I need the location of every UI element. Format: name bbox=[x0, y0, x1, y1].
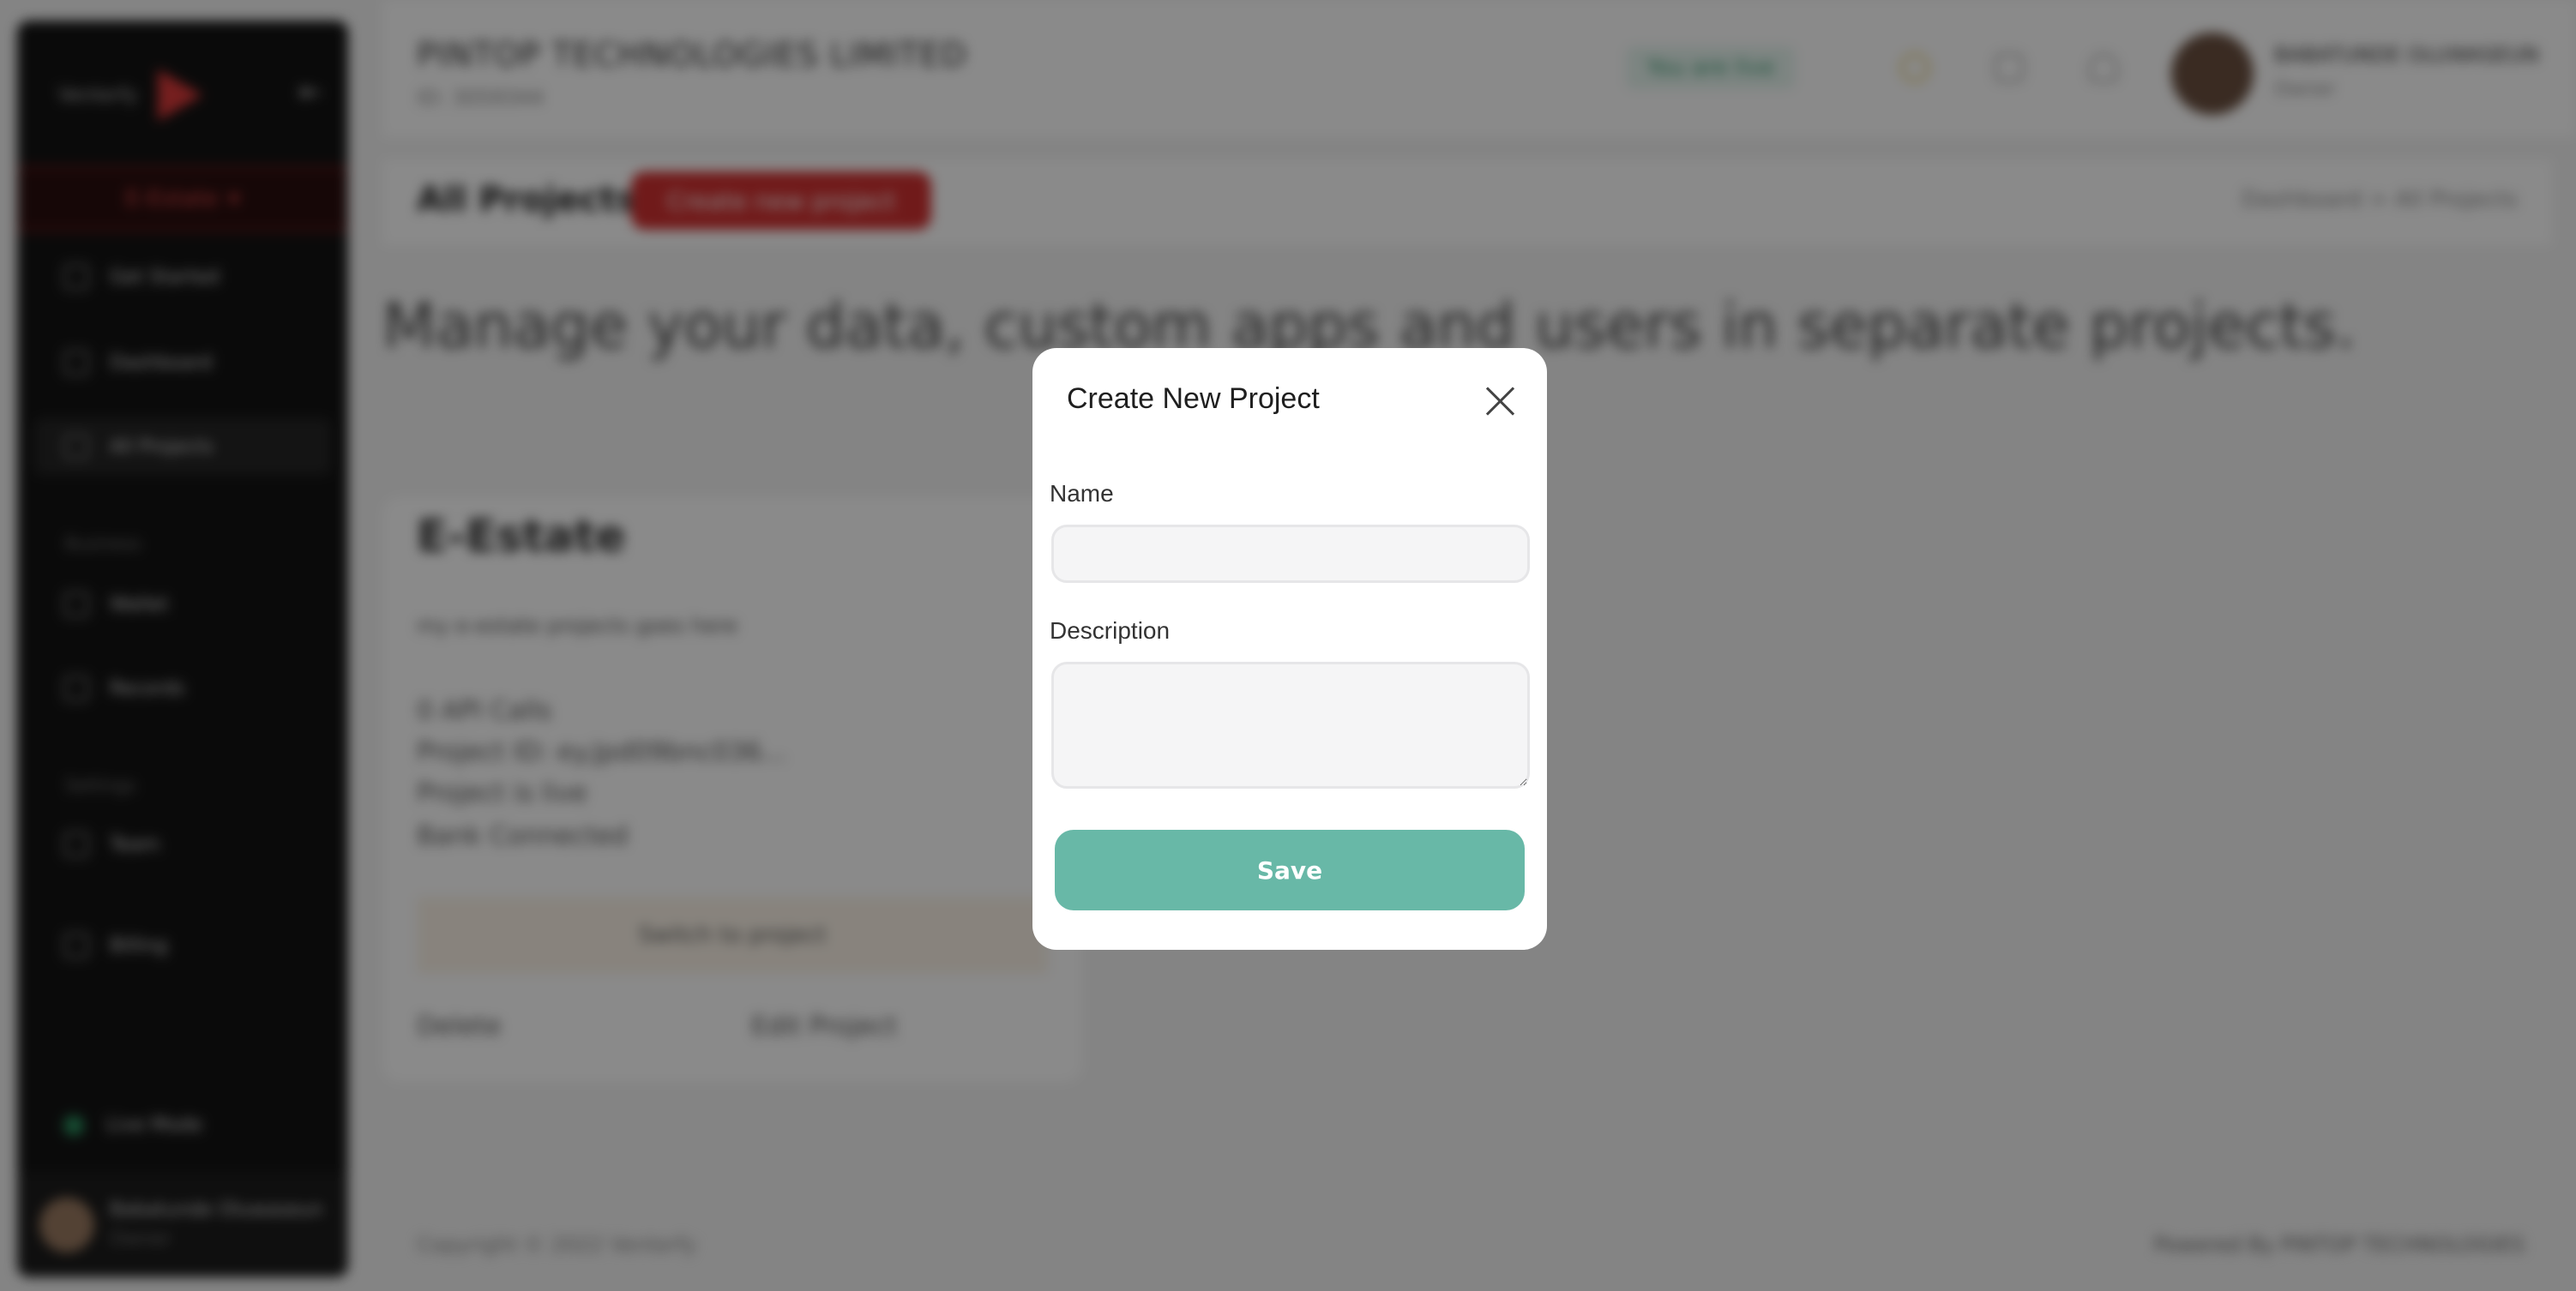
save-button[interactable]: Save bbox=[1055, 830, 1525, 910]
description-label: Description bbox=[1050, 617, 1171, 644]
name-label: Name bbox=[1050, 480, 1114, 507]
name-field[interactable] bbox=[1051, 525, 1530, 583]
close-icon[interactable] bbox=[1482, 382, 1520, 420]
modal-title: Create New Project bbox=[1067, 382, 1320, 415]
create-project-modal: Create New Project Name Description Save bbox=[1032, 348, 1547, 950]
description-field[interactable] bbox=[1051, 662, 1530, 789]
